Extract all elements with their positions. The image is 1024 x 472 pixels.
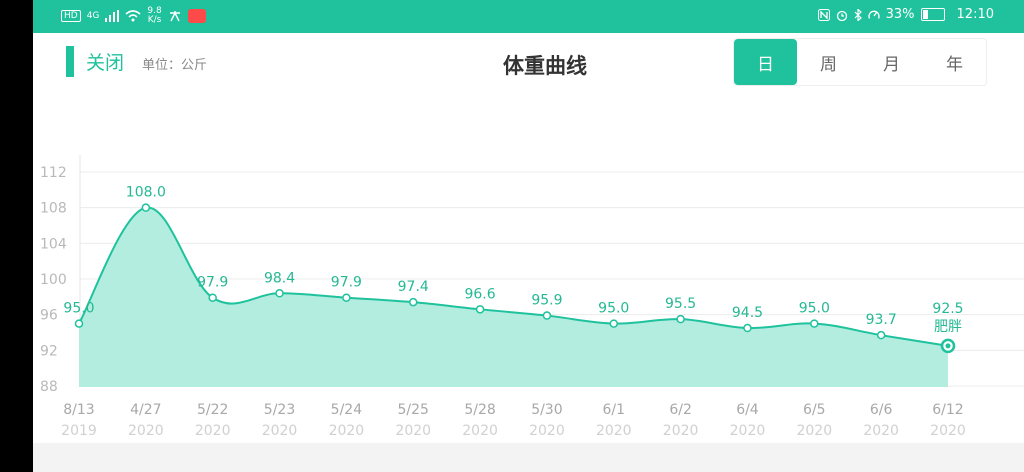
x-tick-label: 6/5 (803, 402, 826, 418)
data-label: 95.9 (531, 293, 562, 309)
x-tick-label: 5/22 (197, 402, 228, 418)
data-label: 95.5 (665, 296, 696, 312)
data-point-latest-core (945, 343, 951, 349)
bmi-annotation: 肥胖 (934, 319, 962, 335)
x-year-label: 2020 (529, 423, 565, 439)
nfc-icon (817, 8, 830, 21)
y-tick-label: 108 (40, 201, 67, 217)
data-point (275, 289, 284, 298)
data-point (676, 314, 685, 324)
x-tick-label: 6/1 (603, 402, 626, 418)
data-label: 94.5 (732, 305, 763, 321)
x-tick-label: 5/23 (264, 402, 295, 418)
x-year-label: 2020 (329, 423, 365, 439)
data-point (74, 319, 84, 328)
x-year-label: 2020 (663, 423, 699, 439)
hd-badge: HD (61, 10, 81, 22)
data-label: 95.0 (598, 301, 629, 317)
data-label: 97.9 (331, 275, 362, 291)
x-tick-label: 6/6 (870, 402, 893, 418)
x-year-label: 2020 (596, 423, 632, 439)
x-year-label: 2020 (930, 423, 966, 439)
x-year-label: 2020 (796, 423, 832, 439)
data-label: 93.7 (866, 312, 897, 328)
x-tick-label: 5/24 (331, 402, 363, 418)
x-tick-label: 6/4 (736, 402, 759, 418)
status-right: 33% 12:10 (817, 7, 994, 22)
data-label: 108.0 (126, 185, 166, 201)
data-point (810, 319, 819, 328)
status-left: HD 4G 9.8 K/s (61, 7, 206, 25)
x-tick-label: 6/12 (932, 402, 963, 418)
battery-percent: 33% (885, 7, 915, 22)
x-tick-label: 5/25 (398, 402, 429, 418)
signal-icon (105, 10, 120, 22)
data-point (475, 305, 485, 314)
x-year-label: 2020 (195, 423, 231, 439)
network-label: 4G (86, 11, 100, 21)
clock: 12:10 (956, 7, 994, 22)
x-year-label: 2020 (462, 423, 498, 439)
x-year-label: 2020 (262, 423, 298, 439)
speed-unit: K/s (147, 15, 162, 25)
data-point (141, 203, 151, 212)
data-label: 98.4 (264, 270, 295, 286)
data-point (408, 297, 418, 307)
data-label: 95.0 (63, 301, 94, 317)
bluetooth-icon (854, 8, 862, 21)
data-label: 97.4 (398, 279, 429, 295)
x-tick-label: 5/28 (464, 402, 495, 418)
x-tick-label: 4/27 (130, 402, 161, 418)
network-speed: 9.8 K/s (147, 7, 161, 25)
data-label: 96.6 (464, 286, 495, 302)
data-point (609, 319, 619, 328)
bottom-strip (33, 443, 1024, 472)
speedometer-icon (867, 10, 880, 19)
data-label: 95.0 (799, 301, 830, 317)
x-tick-label: 6/2 (669, 402, 692, 418)
app-notification-icon (187, 9, 206, 23)
weight-chart: 112 108 104 100 96 92 88 95.0 108.0 97.9 98.4 97.9 9… (40, 155, 1024, 439)
y-tick-label: 96 (40, 308, 58, 324)
x-tick-label: 5/30 (531, 402, 562, 418)
data-point (743, 323, 752, 333)
y-tick-label: 112 (40, 165, 67, 181)
data-label: 97.9 (197, 275, 228, 291)
x-tick-label: 8/13 (63, 402, 94, 418)
wifi-icon (125, 10, 141, 22)
x-year-label: 2019 (61, 423, 97, 439)
y-tick-label: 104 (40, 236, 67, 252)
weight-chart-page: 关闭 单位：公斤 体重曲线 日 周 月 年 112 108 104 100 96 92 88… (33, 33, 1024, 443)
y-tick-label: 92 (40, 343, 58, 359)
battery-icon (920, 8, 945, 21)
x-year-label: 2020 (395, 423, 431, 439)
data-point (342, 293, 351, 302)
x-year-label: 2020 (730, 423, 766, 439)
battery-fill (922, 10, 929, 19)
data-label: 92.5 (932, 301, 963, 317)
alarm-icon (836, 10, 847, 21)
x-year-label: 2020 (863, 423, 899, 439)
y-tick-label: 88 (40, 379, 58, 395)
data-point (542, 311, 552, 320)
status-bar: HD 4G 9.8 K/s 33% 12:10 (33, 0, 1024, 33)
data-point (208, 293, 217, 302)
translate-icon (169, 11, 180, 22)
x-year-label: 2020 (128, 423, 164, 439)
data-point (876, 330, 886, 340)
y-tick-label: 100 (40, 272, 67, 288)
